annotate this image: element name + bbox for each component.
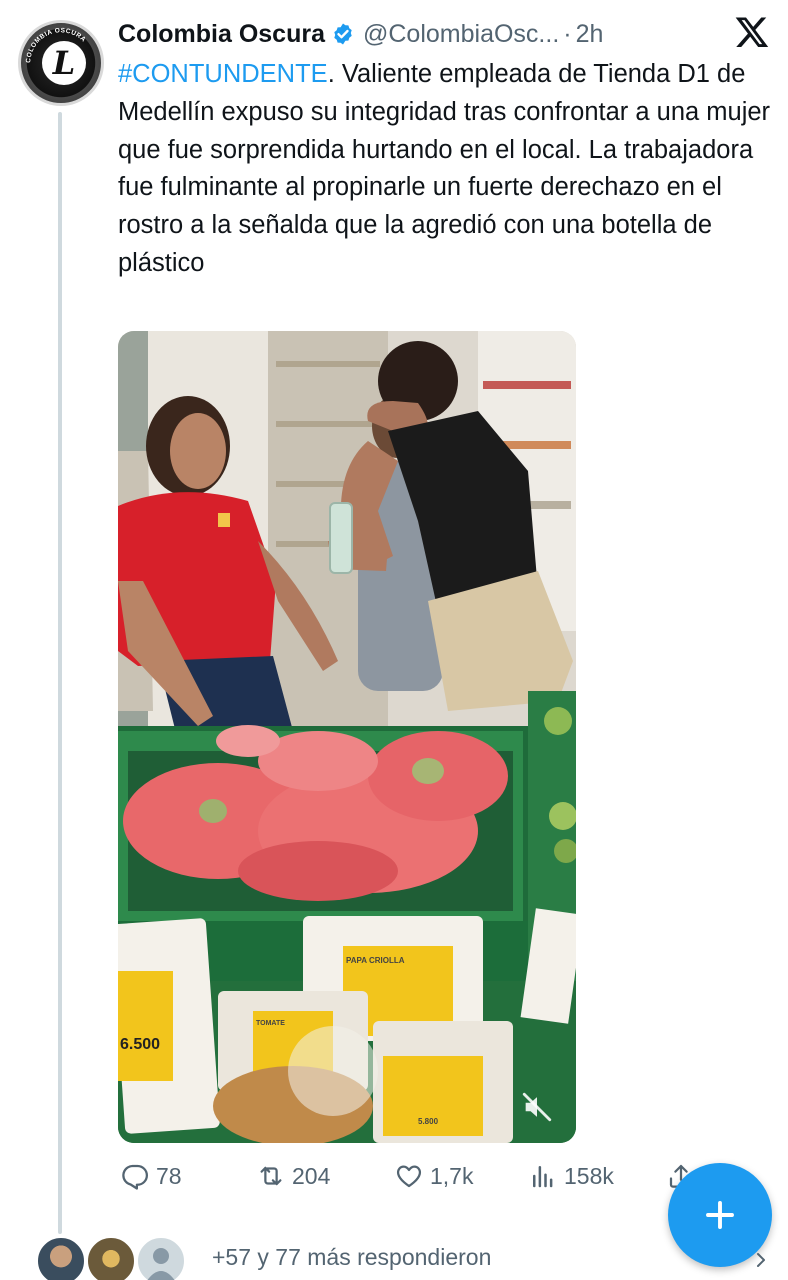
view-count: 158k	[564, 1162, 614, 1189]
reply-count: 78	[156, 1162, 182, 1189]
sign-right-price: 5.800	[418, 1117, 439, 1126]
thread-line	[58, 112, 62, 1234]
mute-icon[interactable]	[520, 1090, 554, 1124]
tweet-text: #CONTUNDENTE. Valiente empleada de Tiend…	[118, 56, 778, 283]
sign-lower-label: TOMATE	[256, 1020, 285, 1027]
repost-count: 204	[292, 1162, 331, 1189]
reply-icon	[122, 1164, 148, 1190]
tweet-header: Colombia Oscura @ColombiaOsc... · 2h	[118, 14, 603, 54]
repost-button[interactable]: 204	[256, 1156, 330, 1196]
author-name[interactable]: Colombia Oscura	[118, 20, 325, 49]
views-button[interactable]: 158k	[528, 1156, 614, 1196]
video-frame: 6.500 PAPA CRIOLLA TOMATE 5.800	[118, 331, 576, 1143]
like-button[interactable]: 1,7k	[394, 1156, 473, 1196]
default-avatar-icon	[147, 1248, 175, 1280]
chevron-right-icon	[757, 1253, 765, 1267]
heart-icon	[396, 1165, 422, 1188]
repost-icon	[260, 1166, 282, 1186]
reply-avatar	[36, 1236, 86, 1280]
tweet-body: . Valiente empleada de Tienda D1 de Mede…	[118, 60, 771, 277]
views-icon	[533, 1166, 553, 1188]
like-count: 1,7k	[430, 1162, 474, 1189]
reply-avatar-default	[136, 1236, 186, 1280]
hashtag-link[interactable]: #CONTUNDENTE	[118, 60, 328, 88]
avatar-monogram: L	[42, 41, 86, 85]
author-avatar[interactable]: COLOMBIA OSCURA L	[18, 20, 104, 106]
reply-avatar	[86, 1236, 136, 1280]
sign-center-label: PAPA CRIOLLA	[346, 956, 405, 965]
tweet-time[interactable]: 2h	[576, 20, 604, 49]
replies-summary[interactable]: +57 y 77 más respondieron	[0, 1232, 788, 1280]
sign-left-price: 6.500	[120, 1036, 160, 1053]
x-logo-icon[interactable]	[734, 14, 770, 50]
tweet-video[interactable]: 6.500 PAPA CRIOLLA TOMATE 5.800	[118, 331, 576, 1143]
header-separator: ·	[563, 19, 572, 48]
verified-badge-icon	[334, 23, 352, 45]
author-handle[interactable]: @ColombiaOsc...	[363, 20, 559, 49]
replies-summary-text: +57 y 77 más respondieron	[212, 1244, 492, 1270]
reply-button[interactable]: 78	[120, 1156, 182, 1196]
plus-icon	[706, 1201, 734, 1229]
